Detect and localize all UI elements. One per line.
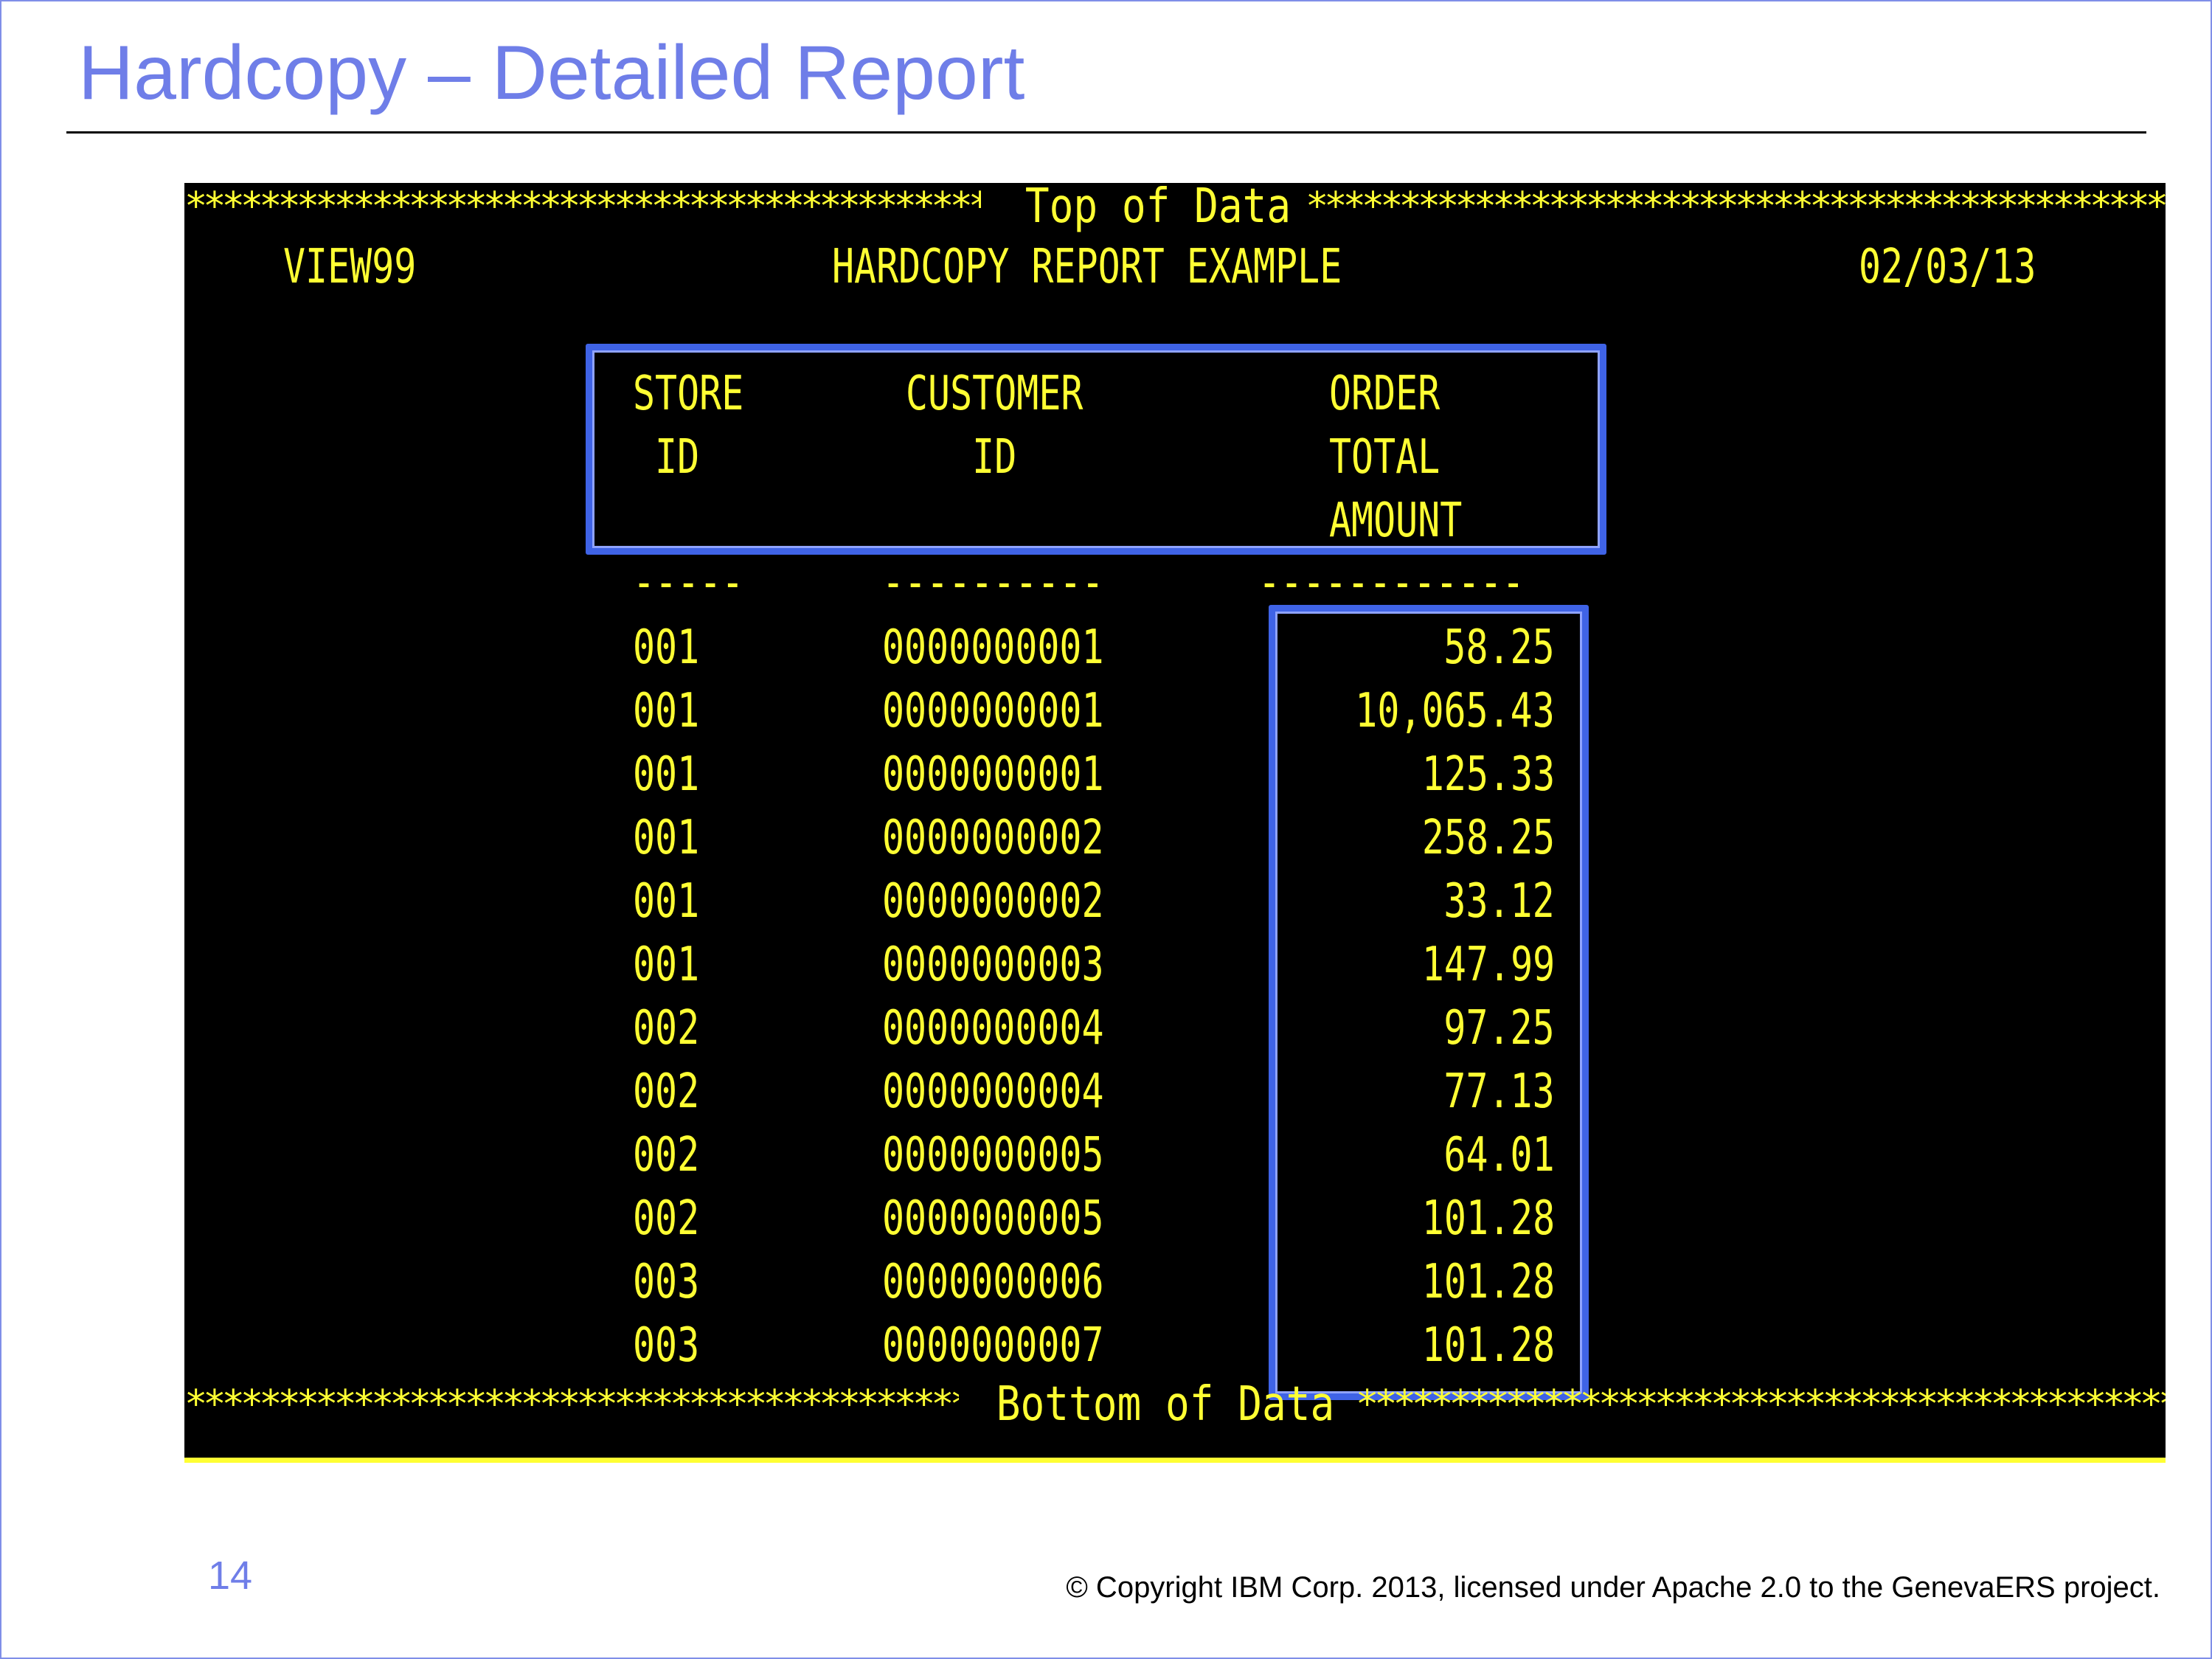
header-customer-line1: CUSTOMER bbox=[906, 367, 1084, 421]
header-order-line1: ORDER bbox=[1329, 367, 1440, 421]
row-customer-id: 0000000005 bbox=[882, 1191, 1104, 1246]
row-store-id: 001 bbox=[633, 938, 700, 992]
bottom-banner-stars-left: ****************************************… bbox=[184, 1385, 959, 1415]
header-store-line1: STORE bbox=[633, 367, 744, 421]
view-name: VIEW99 bbox=[283, 240, 417, 294]
header-order-line3: AMOUNT bbox=[1329, 493, 1463, 548]
underline-order: ------------ bbox=[1258, 555, 1525, 610]
row-order-amount: 147.99 bbox=[1421, 938, 1555, 992]
row-order-amount: 101.28 bbox=[1421, 1318, 1555, 1373]
row-customer-id: 0000000007 bbox=[882, 1318, 1104, 1373]
row-store-id: 002 bbox=[633, 1128, 700, 1182]
header-order-line2: TOTAL bbox=[1329, 430, 1440, 485]
header-store-line2: ID bbox=[633, 430, 700, 485]
row-store-id: 001 bbox=[633, 747, 700, 802]
slide-title: Hardcopy – Detailed Report bbox=[78, 30, 1025, 116]
bottom-banner-label: Bottom of Data bbox=[996, 1377, 1335, 1432]
top-banner-label: Top of Data bbox=[1024, 179, 1292, 234]
row-customer-id: 0000000003 bbox=[882, 938, 1104, 992]
row-store-id: 001 bbox=[633, 684, 700, 738]
row-order-amount: 101.28 bbox=[1421, 1191, 1555, 1246]
top-banner-stars-left: ****************************************… bbox=[184, 187, 981, 217]
terminal-screen: ****************************************… bbox=[184, 183, 2166, 1463]
row-order-amount: 58.25 bbox=[1443, 620, 1555, 675]
row-store-id: 003 bbox=[633, 1318, 700, 1373]
report-title: HARDCOPY REPORT EXAMPLE bbox=[832, 240, 1342, 294]
row-customer-id: 0000000001 bbox=[882, 684, 1104, 738]
copyright-notice: © Copyright IBM Corp. 2013, licensed und… bbox=[1066, 1571, 2160, 1604]
underline-customer: ---------- bbox=[882, 555, 1104, 610]
row-customer-id: 0000000002 bbox=[882, 874, 1104, 929]
row-customer-id: 0000000005 bbox=[882, 1128, 1104, 1182]
row-store-id: 002 bbox=[633, 1064, 700, 1119]
report-date: 02/03/13 bbox=[1859, 240, 2036, 294]
top-banner-stars-right: ****************************************… bbox=[1306, 187, 2166, 217]
row-order-amount: 64.01 bbox=[1443, 1128, 1555, 1182]
row-customer-id: 0000000006 bbox=[882, 1255, 1104, 1309]
row-store-id: 001 bbox=[633, 620, 700, 675]
row-customer-id: 0000000001 bbox=[882, 620, 1104, 675]
bottom-banner-stars-right: ****************************************… bbox=[1356, 1385, 2166, 1415]
row-order-amount: 258.25 bbox=[1421, 811, 1555, 865]
header-customer-line2: ID bbox=[906, 430, 1017, 485]
row-customer-id: 0000000004 bbox=[882, 1064, 1104, 1119]
row-store-id: 002 bbox=[633, 1001, 700, 1056]
row-store-id: 001 bbox=[633, 874, 700, 929]
row-store-id: 001 bbox=[633, 811, 700, 865]
row-order-amount: 10,065.43 bbox=[1355, 684, 1555, 738]
row-order-amount: 125.33 bbox=[1421, 747, 1555, 802]
row-order-amount: 77.13 bbox=[1443, 1064, 1555, 1119]
title-divider bbox=[66, 131, 2146, 134]
row-store-id: 002 bbox=[633, 1191, 700, 1246]
row-order-amount: 33.12 bbox=[1443, 874, 1555, 929]
page-number: 14 bbox=[208, 1554, 253, 1598]
row-customer-id: 0000000002 bbox=[882, 811, 1104, 865]
row-store-id: 003 bbox=[633, 1255, 700, 1309]
row-order-amount: 97.25 bbox=[1443, 1001, 1555, 1056]
underline-store: ----- bbox=[633, 555, 744, 610]
row-customer-id: 0000000001 bbox=[882, 747, 1104, 802]
row-customer-id: 0000000004 bbox=[882, 1001, 1104, 1056]
row-order-amount: 101.28 bbox=[1421, 1255, 1555, 1309]
